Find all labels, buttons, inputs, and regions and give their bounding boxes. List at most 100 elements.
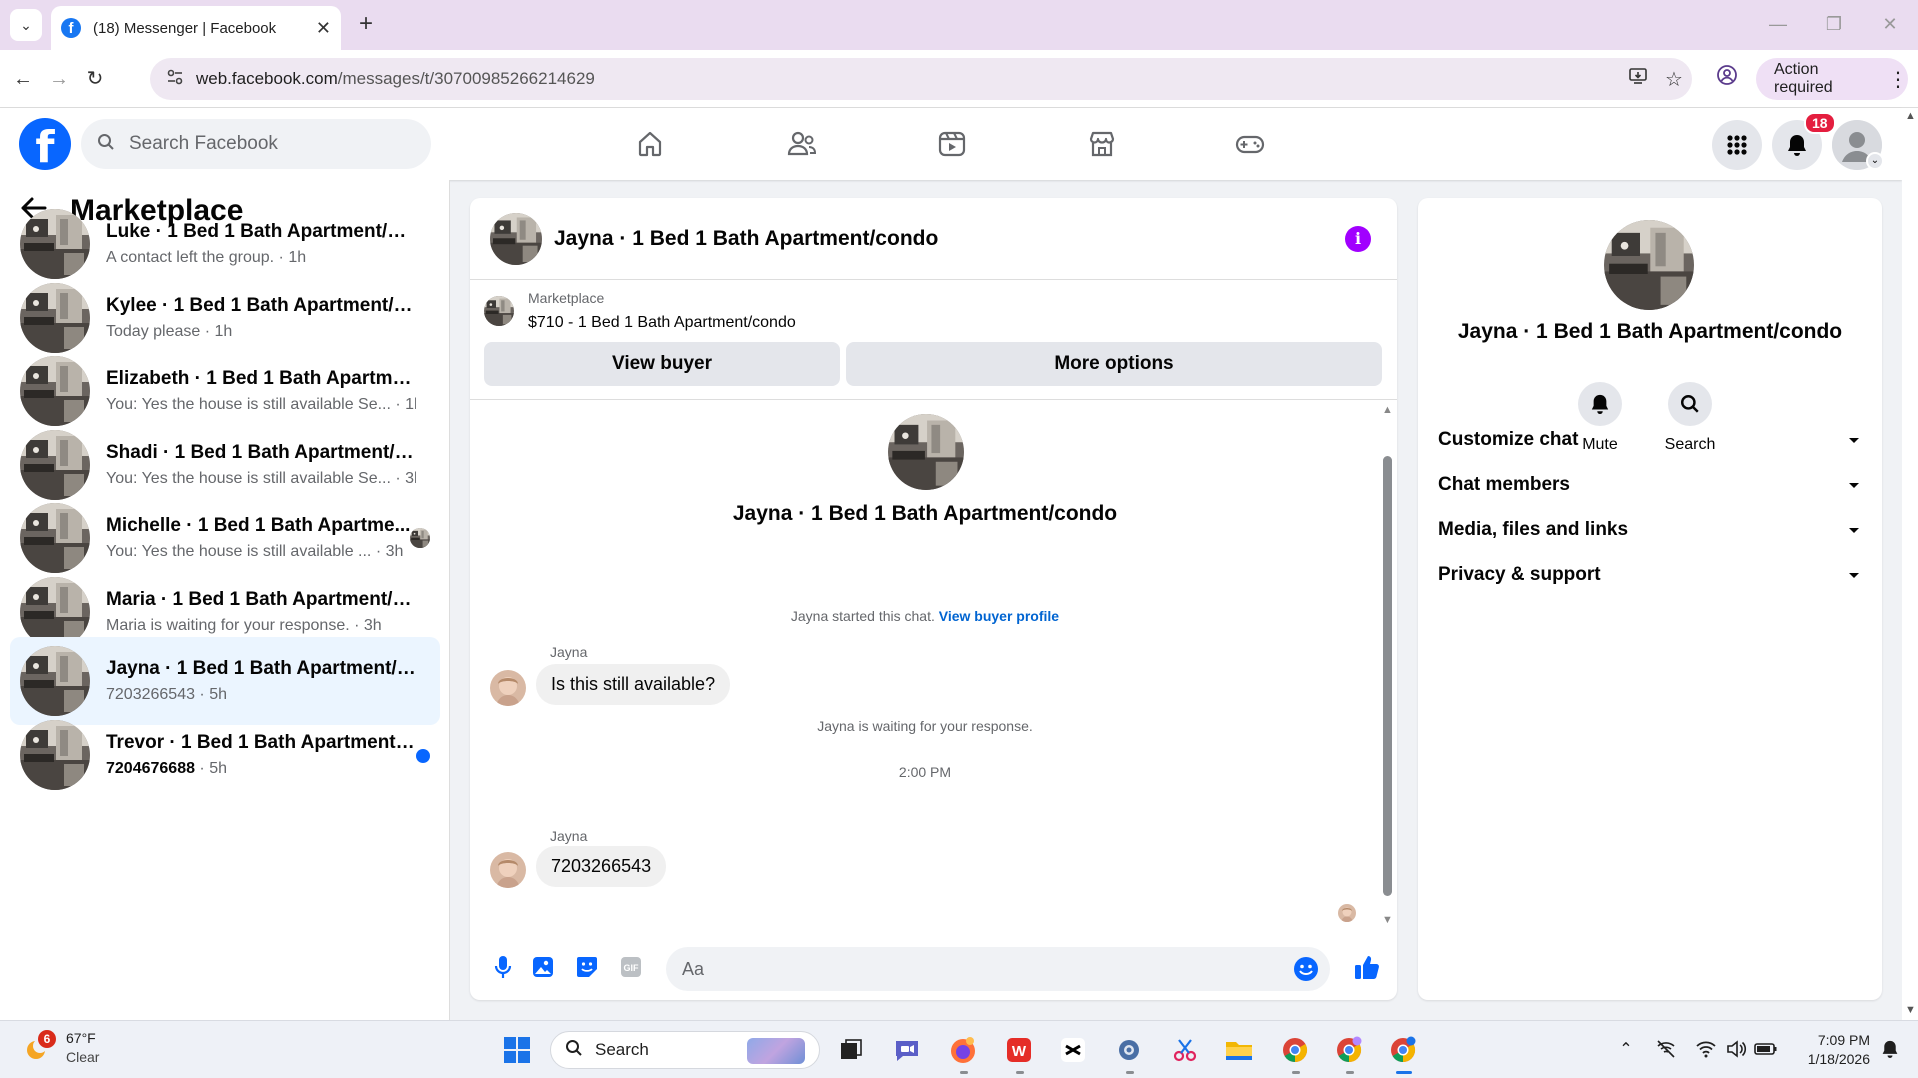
battery-icon[interactable] bbox=[1752, 1035, 1780, 1063]
chat-thumbnail[interactable] bbox=[490, 212, 542, 265]
chrome-active-icon[interactable] bbox=[1386, 1033, 1420, 1067]
browser-tab[interactable]: f (18) Messenger | Facebook ✕ bbox=[51, 6, 341, 50]
tab-search-chevron-icon[interactable]: ⌄ bbox=[10, 9, 42, 41]
running-indicator bbox=[1346, 1071, 1354, 1074]
windows-start-icon[interactable] bbox=[500, 1033, 534, 1067]
browser-menu-icon[interactable]: ⋮ bbox=[1888, 67, 1908, 92]
snipping-tool-icon[interactable] bbox=[1168, 1033, 1202, 1067]
conversation-preview: You: Yes the house is still available Se… bbox=[106, 470, 416, 487]
wps-office-icon[interactable]: W bbox=[1002, 1033, 1036, 1067]
chat-members-section[interactable]: Chat members bbox=[1438, 465, 1862, 505]
page-scroll-down-icon[interactable]: ▼ bbox=[1905, 1004, 1916, 1016]
file-explorer-icon[interactable] bbox=[1222, 1033, 1256, 1067]
account-chevron-icon[interactable]: ⌄ bbox=[1866, 152, 1884, 170]
volume-icon[interactable] bbox=[1722, 1035, 1750, 1063]
gif-icon[interactable]: GIF bbox=[616, 952, 646, 982]
video-icon[interactable] bbox=[930, 122, 974, 166]
svg-text:W: W bbox=[1012, 1043, 1027, 1060]
media-files-links-section[interactable]: Media, files and links bbox=[1438, 510, 1862, 550]
settings-gear-icon[interactable] bbox=[1112, 1033, 1146, 1067]
conversation-thumbnail bbox=[20, 283, 90, 353]
tab-close-icon[interactable]: ✕ bbox=[316, 18, 331, 39]
emoji-icon[interactable] bbox=[1292, 955, 1320, 983]
forward-arrow-icon[interactable]: → bbox=[44, 64, 74, 94]
action-required-button[interactable]: Action required ⋮ bbox=[1756, 58, 1908, 100]
facebook-search-input[interactable] bbox=[129, 133, 409, 155]
notification-center-bell-icon[interactable] bbox=[1876, 1035, 1904, 1063]
chrome-profile-icon[interactable] bbox=[1332, 1033, 1366, 1067]
message-bubble[interactable]: 7203266543 bbox=[536, 846, 667, 887]
message-input-box[interactable] bbox=[666, 947, 1330, 991]
chrome-icon[interactable] bbox=[1278, 1033, 1312, 1067]
listing-info[interactable]: Marketplace $710 - 1 Bed 1 Bath Apartmen… bbox=[484, 290, 796, 332]
message-input[interactable] bbox=[682, 958, 1272, 980]
firefox-icon[interactable] bbox=[946, 1033, 980, 1067]
conversation-name: Shadi · 1 Bed 1 Bath Apartment/co... bbox=[106, 442, 416, 463]
system-clock[interactable]: 7:09 PM 1/18/2026 bbox=[1790, 1031, 1870, 1069]
show-hidden-icons-chevron-icon[interactable]: ⌃ bbox=[1612, 1035, 1640, 1063]
task-view-icon[interactable] bbox=[834, 1033, 868, 1067]
thumbs-up-icon[interactable] bbox=[1352, 952, 1382, 982]
network-disabled-icon[interactable] bbox=[1652, 1035, 1680, 1063]
chat-scrollbar[interactable]: ▲ ▼ bbox=[1380, 404, 1394, 928]
search-icon bbox=[565, 1039, 583, 1062]
conversation-preview: You: Yes the house is still available ..… bbox=[106, 543, 404, 560]
listing-thumbnail bbox=[484, 296, 514, 326]
chat-intro-name: Jayna · 1 Bed 1 Bath Apartment/condo bbox=[732, 502, 1118, 525]
address-bar[interactable]: web.facebook.com/messages/t/307009852662… bbox=[150, 58, 1692, 100]
capcut-icon[interactable] bbox=[1056, 1033, 1090, 1067]
home-icon[interactable] bbox=[628, 122, 672, 166]
browser-tab-strip: ⌄ f (18) Messenger | Facebook ✕ + — ❐ ✕ bbox=[0, 0, 1918, 50]
new-tab-icon[interactable]: + bbox=[352, 10, 380, 38]
window-close-icon[interactable]: ✕ bbox=[1862, 0, 1918, 50]
chat-info-icon[interactable]: i bbox=[1345, 226, 1371, 252]
friends-icon[interactable] bbox=[780, 122, 824, 166]
chat-title[interactable]: Jayna · 1 Bed 1 Bath Apartment/condo bbox=[554, 227, 938, 251]
page-scroll-up-icon[interactable]: ▲ bbox=[1905, 110, 1916, 122]
scrollbar-thumb[interactable] bbox=[1383, 456, 1392, 896]
site-info-icon[interactable] bbox=[164, 68, 186, 90]
teams-chat-icon[interactable] bbox=[890, 1033, 924, 1067]
scroll-up-icon[interactable]: ▲ bbox=[1382, 404, 1393, 416]
customize-chat-section[interactable]: Customize chat bbox=[1438, 420, 1862, 460]
marketplace-sidebar: Marketplace Luke · 1 Bed 1 Bath Apartmen… bbox=[0, 180, 450, 1020]
page-scrollbar[interactable]: ▲ ▼ bbox=[1902, 108, 1918, 1020]
chat-intro-avatar bbox=[888, 414, 964, 490]
facebook-search-box[interactable] bbox=[81, 119, 431, 169]
sender-avatar[interactable] bbox=[490, 670, 526, 706]
microphone-icon[interactable] bbox=[488, 952, 518, 982]
privacy-support-section[interactable]: Privacy & support bbox=[1438, 555, 1862, 595]
wifi-icon[interactable] bbox=[1692, 1035, 1720, 1063]
running-indicator bbox=[1126, 1071, 1134, 1074]
search-highlight-image bbox=[747, 1038, 805, 1064]
back-arrow-icon[interactable]: ← bbox=[8, 64, 38, 94]
facebook-logo-icon[interactable]: f bbox=[19, 118, 71, 170]
install-app-icon[interactable] bbox=[1620, 66, 1656, 92]
chevron-down-icon bbox=[1849, 528, 1859, 533]
conversation-thumbnail bbox=[20, 503, 90, 573]
scroll-down-icon[interactable]: ▼ bbox=[1382, 914, 1393, 926]
minimize-icon[interactable]: — bbox=[1750, 0, 1806, 50]
sticker-icon[interactable] bbox=[572, 952, 602, 982]
listing-price-title: $710 - 1 Bed 1 Bath Apartment/condo bbox=[528, 314, 796, 331]
photo-icon[interactable] bbox=[528, 952, 558, 982]
view-buyer-button[interactable]: View buyer bbox=[484, 342, 840, 386]
more-options-button[interactable]: More options bbox=[846, 342, 1382, 386]
reload-icon[interactable]: ↻ bbox=[80, 64, 110, 94]
chat-window: Jayna · 1 Bed 1 Bath Apartment/condo i M… bbox=[470, 198, 1397, 1000]
bookmark-star-icon[interactable]: ☆ bbox=[1656, 67, 1692, 92]
sender-avatar[interactable] bbox=[490, 852, 526, 888]
taskbar-search[interactable]: Search bbox=[550, 1031, 820, 1069]
menu-grid-icon[interactable] bbox=[1712, 120, 1762, 170]
view-buyer-profile-link[interactable]: View buyer profile bbox=[939, 608, 1059, 624]
conversation-item[interactable]: Trevor · 1 Bed 1 Bath Apartment/... 72046… bbox=[10, 711, 440, 799]
conversation-thumbnail bbox=[20, 356, 90, 426]
chat-started-notice: Jayna started this chat. View buyer prof… bbox=[790, 608, 1060, 624]
weather-widget[interactable]: 6 67°F Clear bbox=[22, 1029, 99, 1067]
marketplace-icon[interactable] bbox=[1080, 122, 1124, 166]
browser-profile-icon[interactable] bbox=[1712, 64, 1742, 94]
message-bubble[interactable]: Is this still available? bbox=[536, 664, 731, 705]
restore-icon[interactable]: ❐ bbox=[1806, 0, 1862, 50]
gaming-icon[interactable] bbox=[1228, 122, 1272, 166]
running-indicator bbox=[960, 1071, 968, 1074]
